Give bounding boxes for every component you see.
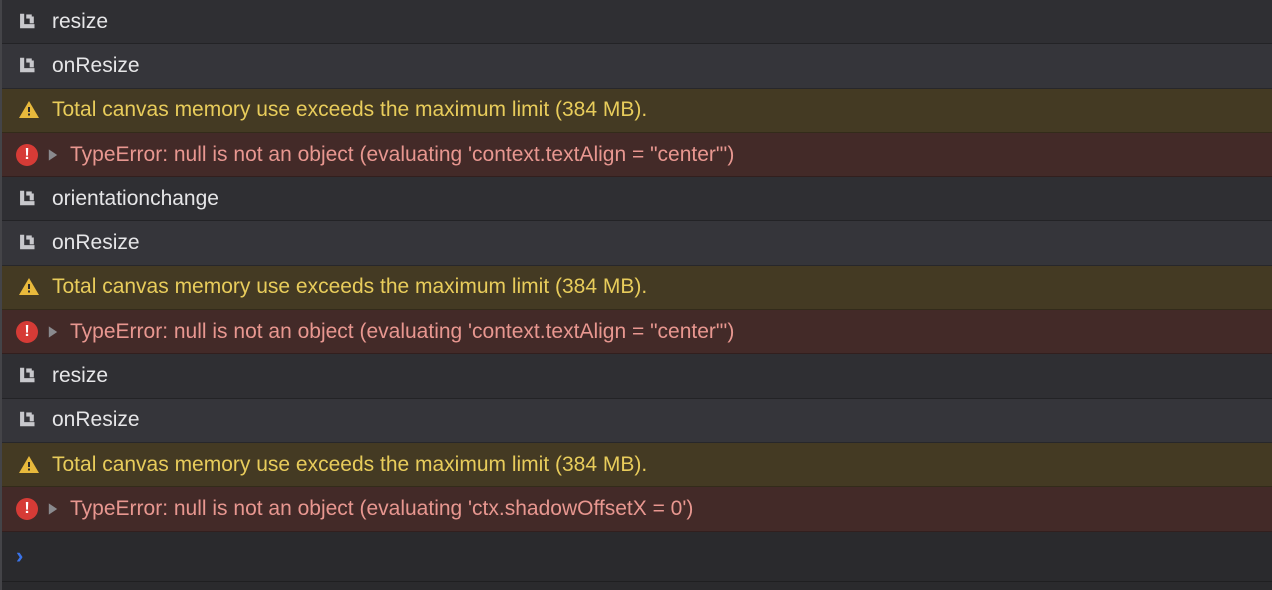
log-message: onResize [52,54,1272,78]
log-message: onResize [52,408,1272,432]
console-row[interactable]: resize [2,0,1272,44]
warning-message: Total canvas memory use exceeds the maxi… [52,453,1272,477]
log-message: resize [52,10,1272,34]
chevron-right-icon[interactable] [46,148,60,162]
log-message: onResize [52,231,1272,255]
error-icon: ! [16,498,38,520]
chevron-right-icon[interactable] [46,325,60,339]
warning-icon [16,274,42,300]
log-source-icon [16,230,42,256]
console-row[interactable]: orientationchange [2,177,1272,221]
log-source-icon [16,186,42,212]
error-message: TypeError: null is not an object (evalua… [70,497,1272,521]
log-source-icon [16,407,42,433]
error-icon: ! [16,321,38,343]
log-source-icon [16,363,42,389]
log-message: resize [52,364,1272,388]
log-source-icon [16,9,42,35]
console-prompt[interactable]: › [2,532,1272,582]
error-message: TypeError: null is not an object (evalua… [70,143,1272,167]
console-row[interactable]: Total canvas memory use exceeds the maxi… [2,266,1272,310]
console-row[interactable]: ! TypeError: null is not an object (eval… [2,133,1272,177]
error-message: TypeError: null is not an object (evalua… [70,320,1272,344]
prompt-caret-icon: › [16,543,23,569]
warning-message: Total canvas memory use exceeds the maxi… [52,98,1272,122]
console-row[interactable]: ! TypeError: null is not an object (eval… [2,310,1272,354]
chevron-right-icon[interactable] [46,502,60,516]
console-row[interactable]: ! TypeError: null is not an object (eval… [2,487,1272,531]
warning-icon [16,97,42,123]
console-row[interactable]: Total canvas memory use exceeds the maxi… [2,89,1272,133]
console-row[interactable]: onResize [2,399,1272,443]
console-panel: resize onResize Total canvas memory use … [0,0,1272,590]
log-source-icon [16,53,42,79]
console-row[interactable]: Total canvas memory use exceeds the maxi… [2,443,1272,487]
log-message: orientationchange [52,187,1272,211]
error-icon: ! [16,144,38,166]
warning-message: Total canvas memory use exceeds the maxi… [52,275,1272,299]
console-row[interactable]: onResize [2,44,1272,88]
console-row[interactable]: onResize [2,221,1272,265]
console-row[interactable]: resize [2,354,1272,398]
warning-icon [16,452,42,478]
